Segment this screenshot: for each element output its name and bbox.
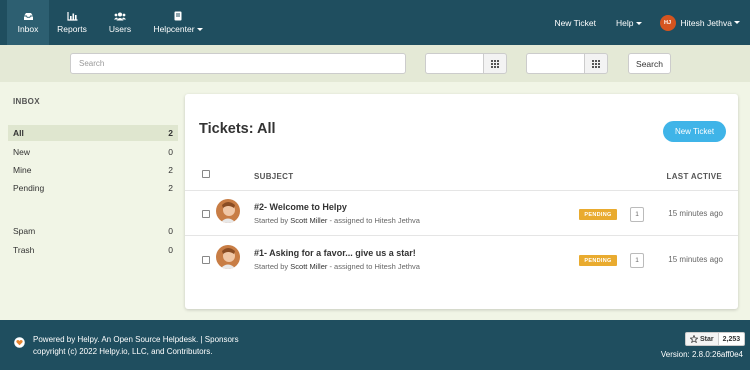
sidebar-item-count: 0 <box>168 226 173 236</box>
table-row[interactable]: #1- Asking for a favor... give us a star… <box>185 237 738 282</box>
book-icon <box>172 11 184 21</box>
page-title: Tickets: All <box>199 121 276 137</box>
date-from-input[interactable] <box>425 53 483 74</box>
footer-powered-by[interactable]: Powered by Helpy. An Open Source Helpdes… <box>33 335 239 344</box>
table-row[interactable]: #2- Welcome to Helpy Started by Scott Mi… <box>185 191 738 236</box>
user-menu[interactable]: HJ Hitesh Jethva <box>652 14 740 31</box>
nav-help-dropdown[interactable]: Help <box>606 18 651 28</box>
sidebar-item-label: All <box>13 128 24 138</box>
new-ticket-button[interactable]: New Ticket <box>663 121 726 142</box>
sidebar-item-label: Spam <box>13 226 36 236</box>
ticket-meta: Started by Scott Miller - assigned to Hi… <box>254 262 420 271</box>
avatar <box>216 199 240 223</box>
footer-copyright: copyright (c) 2022 Helpy.io, LLC, and Co… <box>33 347 213 356</box>
chevron-down-icon <box>734 21 740 24</box>
nav-helpcenter[interactable]: Helpcenter <box>147 0 209 45</box>
sidebar-item-new[interactable]: New 0 <box>8 144 178 160</box>
row-checkbox[interactable] <box>202 256 210 264</box>
row-checkbox[interactable] <box>202 210 210 218</box>
ticket-subject[interactable]: #2- Welcome to Helpy <box>254 202 347 212</box>
chevron-down-icon <box>635 21 642 25</box>
reply-count: 1 <box>630 253 644 268</box>
sidebar-item-spam[interactable]: Spam 0 <box>8 223 178 239</box>
avatar <box>216 245 240 269</box>
star-icon <box>690 335 698 343</box>
github-star-widget[interactable]: Star 2,253 <box>685 332 746 346</box>
date-from-calendar-button[interactable] <box>483 53 507 74</box>
star-count[interactable]: 2,253 <box>718 332 746 346</box>
last-active-time: 15 minutes ago <box>668 255 723 264</box>
sidebar-item-trash[interactable]: Trash 0 <box>8 242 178 258</box>
sidebar-item-count: 2 <box>168 128 173 138</box>
grid-icon <box>592 59 600 68</box>
users-icon <box>114 11 126 21</box>
column-header-last-active[interactable]: LAST ACTIVE <box>667 172 722 181</box>
nav-reports-label: Reports <box>57 24 87 34</box>
top-nav: Inbox Reports Users Helpcenter New Ticke… <box>0 0 750 45</box>
helpy-logo-icon <box>14 337 25 348</box>
nav-users[interactable]: Users <box>99 0 141 45</box>
sidebar: INBOX All 2 New 0 Mine 2 Pending 2 Spam … <box>0 82 185 320</box>
sidebar-title: INBOX <box>13 97 40 106</box>
star-button[interactable]: Star <box>685 332 719 346</box>
date-from-group <box>425 53 507 74</box>
sidebar-item-count: 2 <box>168 183 173 193</box>
table-header: SUBJECT LAST ACTIVE <box>185 163 738 191</box>
search-bar: Search Search <box>0 45 750 82</box>
sidebar-item-label: Pending <box>13 183 45 193</box>
search-input[interactable]: Search <box>70 53 406 74</box>
user-avatar: HJ <box>659 14 676 31</box>
reply-count: 1 <box>630 207 644 222</box>
nav-inbox[interactable]: Inbox <box>7 0 49 45</box>
sidebar-item-count: 0 <box>168 245 173 255</box>
nav-right: New Ticket Help HJ Hitesh Jethva <box>544 0 750 45</box>
nav-new-ticket-link[interactable]: New Ticket <box>544 18 606 28</box>
status-badge: PENDING <box>579 209 617 220</box>
user-name: Hitesh Jethva <box>680 17 733 28</box>
sidebar-item-count: 0 <box>168 147 173 157</box>
date-to-group <box>526 53 608 74</box>
bar-chart-icon <box>66 11 78 21</box>
nav-helpcenter-label: Helpcenter <box>153 24 203 34</box>
version-text: Version: 2.8.0:26aff0e4 <box>660 350 743 359</box>
search-button[interactable]: Search <box>628 53 671 74</box>
ticket-subject[interactable]: #1- Asking for a favor... give us a star… <box>254 248 416 258</box>
sidebar-item-pending[interactable]: Pending 2 <box>8 180 178 196</box>
nav-reports[interactable]: Reports <box>51 0 93 45</box>
chevron-down-icon <box>196 28 203 32</box>
nav-users-label: Users <box>108 24 132 34</box>
ticket-meta: Started by Scott Miller - assigned to Hi… <box>254 216 420 225</box>
sidebar-item-label: Trash <box>13 245 35 255</box>
sidebar-item-mine[interactable]: Mine 2 <box>8 162 178 178</box>
sidebar-item-count: 2 <box>168 165 173 175</box>
last-active-time: 15 minutes ago <box>668 209 723 218</box>
column-header-subject[interactable]: SUBJECT <box>254 172 293 181</box>
date-to-input[interactable] <box>526 53 584 74</box>
select-all-checkbox[interactable] <box>202 170 210 178</box>
footer: Powered by Helpy. An Open Source Helpdes… <box>0 320 750 370</box>
date-to-calendar-button[interactable] <box>584 53 608 74</box>
grid-icon <box>491 59 499 68</box>
nav-inbox-label: Inbox <box>17 24 39 34</box>
sidebar-item-label: New <box>13 147 31 157</box>
status-badge: PENDING <box>579 255 617 266</box>
sidebar-item-all[interactable]: All 2 <box>8 125 178 141</box>
sidebar-item-label: Mine <box>13 165 32 175</box>
tickets-panel: Tickets: All New Ticket SUBJECT LAST ACT… <box>185 94 738 309</box>
inbox-icon <box>22 11 34 21</box>
